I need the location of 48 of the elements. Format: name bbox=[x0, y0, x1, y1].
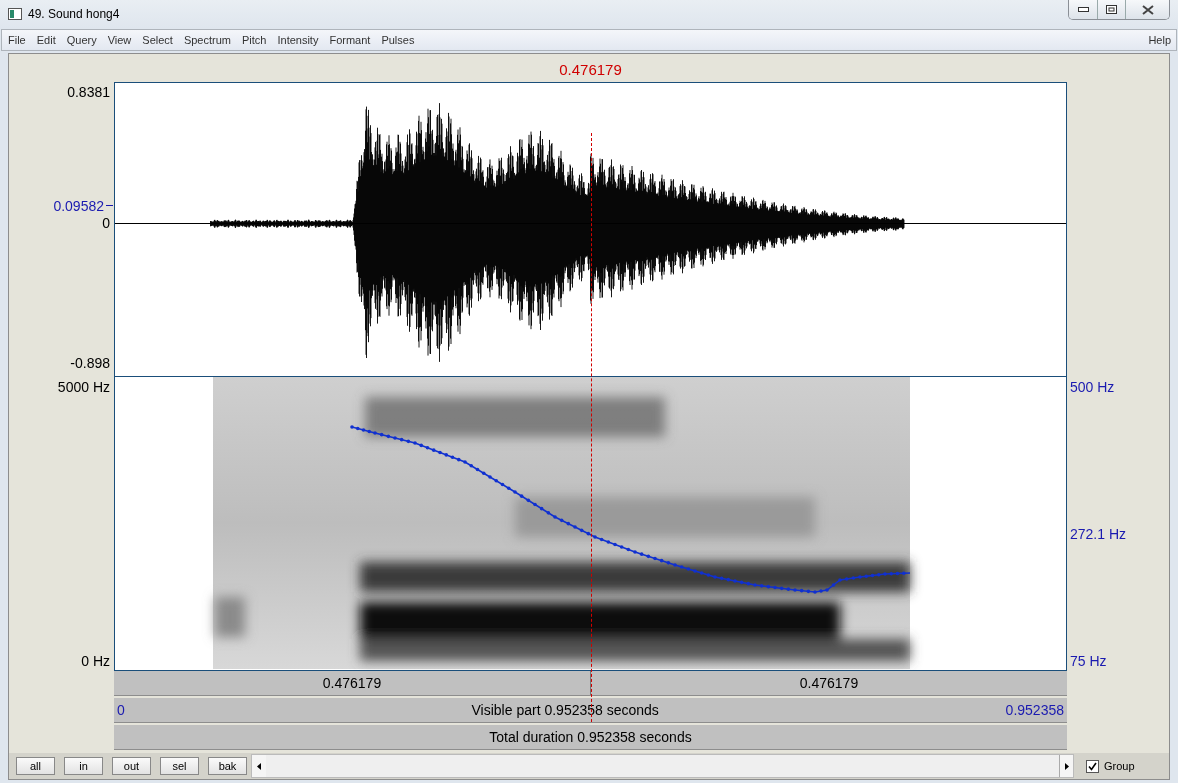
menu-item[interactable]: Edit bbox=[30, 34, 61, 46]
menu-item[interactable]: View bbox=[101, 34, 137, 46]
group-checkbox[interactable] bbox=[1086, 759, 1099, 773]
amplitude-zero-label: 0 bbox=[102, 215, 110, 231]
minimize-icon bbox=[1077, 7, 1089, 12]
group-label: Group bbox=[1104, 760, 1135, 772]
right-arrow-icon bbox=[1064, 762, 1069, 770]
amplitude-min-label: -0.898 bbox=[70, 355, 110, 371]
maximize-button[interactable] bbox=[1097, 0, 1125, 19]
pitch-mid-label: 272.1 Hz bbox=[1070, 526, 1127, 542]
menu-item[interactable]: Query bbox=[60, 34, 102, 46]
left-arrow-icon bbox=[257, 762, 261, 770]
total-duration-label[interactable]: Total duration 0.952358 seconds bbox=[489, 729, 692, 745]
zoom-button[interactable]: in bbox=[64, 757, 103, 775]
menu-item[interactable]: Formant bbox=[323, 34, 376, 46]
scroll-left-button[interactable] bbox=[252, 755, 266, 777]
frequency-max-label: 5000 Hz bbox=[57, 379, 110, 395]
close-icon bbox=[1141, 4, 1154, 15]
horizontal-scrollbar[interactable] bbox=[251, 754, 1074, 778]
menu-item[interactable]: Pitch bbox=[236, 34, 272, 46]
window-title: 49. Sound hong4 bbox=[28, 7, 121, 21]
visible-part-label[interactable]: Visible part 0.952358 seconds bbox=[127, 702, 1003, 718]
maximize-icon bbox=[1106, 5, 1117, 14]
amplitude-max-label: 0.8381 bbox=[67, 84, 110, 100]
zoom-button[interactable]: bak bbox=[208, 757, 247, 775]
scroll-right-button[interactable] bbox=[1059, 755, 1073, 777]
segment-duration[interactable]: 0.476179 bbox=[322, 675, 382, 691]
zoom-button[interactable]: all bbox=[16, 757, 55, 775]
menu-item[interactable]: Intensity bbox=[271, 34, 324, 46]
minimize-button[interactable] bbox=[1069, 0, 1097, 19]
close-button[interactable] bbox=[1125, 0, 1169, 19]
start-time: 0 bbox=[116, 702, 126, 718]
help-menu[interactable]: Help bbox=[1142, 34, 1176, 46]
end-time: 0.952358 bbox=[1004, 702, 1065, 718]
menu-item[interactable]: Pulses bbox=[375, 34, 420, 46]
frequency-min-label: 0 Hz bbox=[81, 653, 110, 669]
menu-item[interactable]: Select bbox=[136, 34, 178, 46]
tick-mark bbox=[106, 205, 113, 207]
zoom-button[interactable]: out bbox=[112, 757, 151, 775]
window-app-icon bbox=[8, 8, 22, 20]
pitch-min-label: 75 Hz bbox=[1070, 653, 1107, 669]
zoom-button[interactable]: sel bbox=[160, 757, 199, 775]
amplitude-cursor-label: 0.09582 bbox=[53, 198, 104, 214]
cursor-time-label: 0.476179 bbox=[559, 61, 622, 78]
menu-item[interactable]: File bbox=[2, 34, 31, 46]
segment-duration[interactable]: 0.476179 bbox=[799, 675, 859, 691]
pitch-max-label: 500 Hz bbox=[1070, 379, 1115, 395]
menu-item[interactable]: Spectrum bbox=[177, 34, 236, 46]
